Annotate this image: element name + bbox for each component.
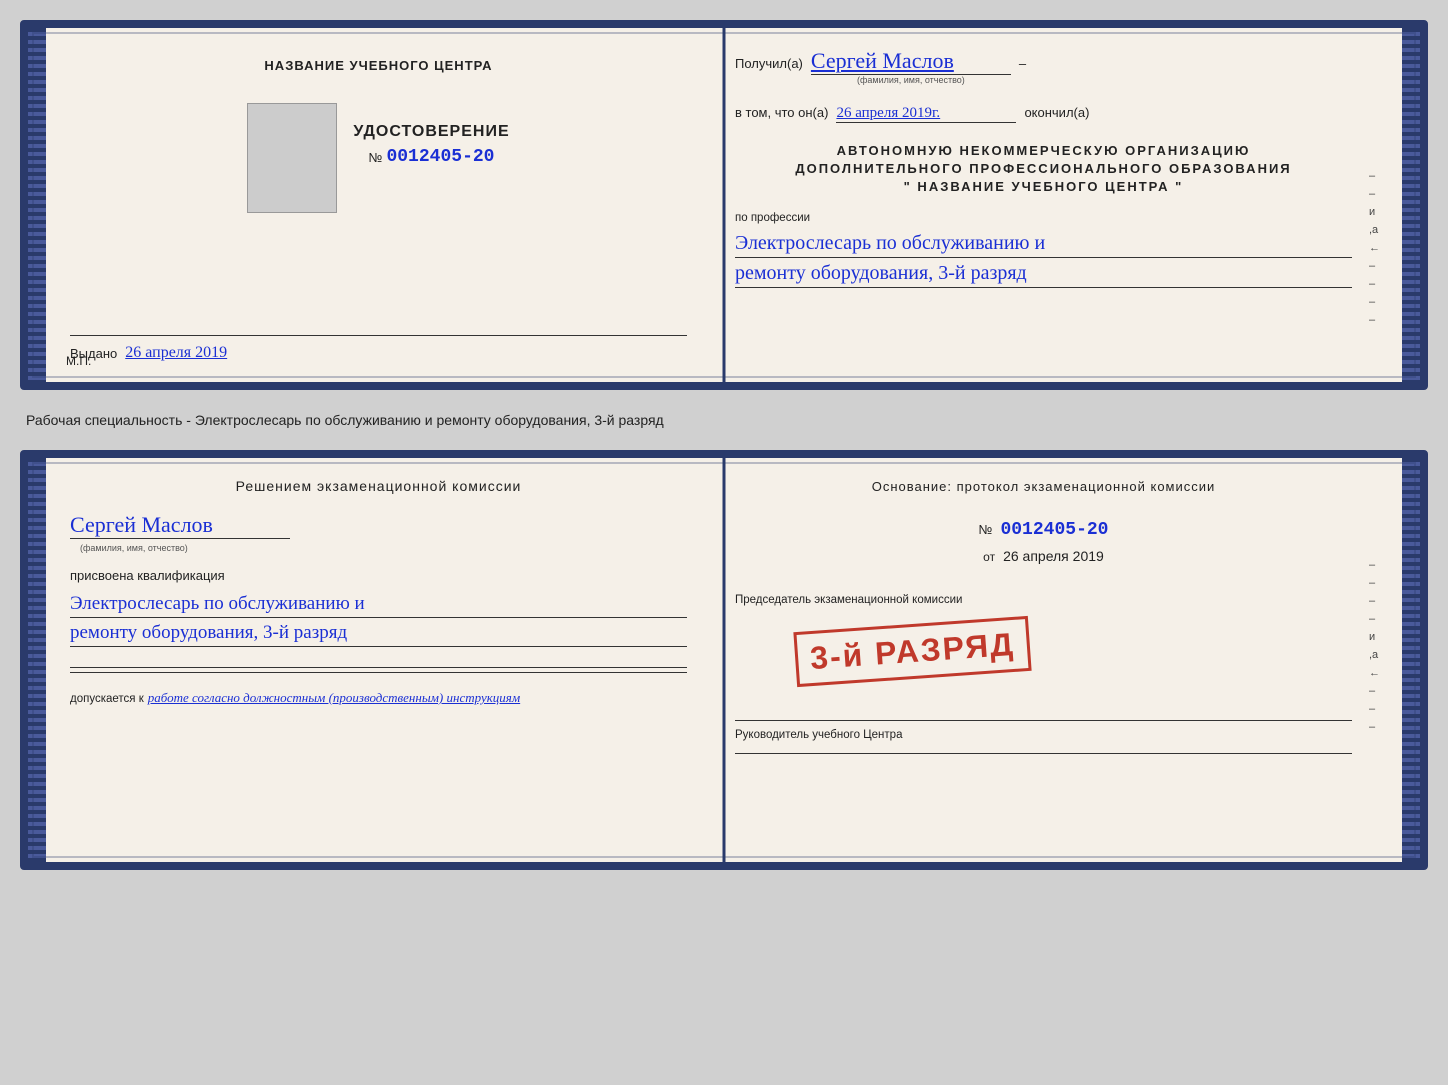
qual-line2: ремонту оборудования, 3-й разряд xyxy=(70,622,347,643)
fio-label-2: (фамилия, имя, отчество) xyxy=(70,543,687,553)
sig-line-5 xyxy=(735,753,1352,754)
allowed-value: работе согласно должностным (производств… xyxy=(148,690,520,705)
profession-row: по профессии xyxy=(735,208,1352,226)
basis-label: Основание: протокол экзаменационной коми… xyxy=(872,479,1216,494)
qual-line2-row: ремонту оборудования, 3-й разряд xyxy=(70,622,687,647)
received-row: Получил(а) Сергей Маслов (фамилия, имя, … xyxy=(735,48,1352,85)
chairman-row: Председатель экзаменационной комиссии xyxy=(735,590,1352,608)
in-that-label: в том, что он(а) xyxy=(735,105,828,120)
in-that-row: в том, что он(а) 26 апреля 2019г. окончи… xyxy=(735,105,1352,123)
right-strip-2 xyxy=(1402,458,1420,862)
right-strip-1 xyxy=(1402,28,1420,382)
person-name-row: Сергей Маслов xyxy=(70,512,687,539)
org-block: АВТОНОМНУЮ НЕКОММЕРЧЕСКУЮ ОРГАНИЗАЦИЮ ДО… xyxy=(735,143,1352,194)
sig-line-2 xyxy=(70,667,687,668)
completed-date: 26 апреля 2019г. xyxy=(836,105,1016,123)
decision-label: Решением экзаменационной комиссии xyxy=(236,478,522,494)
issued-date: 26 апреля 2019 xyxy=(125,344,227,362)
allowed-row: допускается к работе согласно должностны… xyxy=(70,689,687,707)
fio-label-1: (фамилия, имя, отчество) xyxy=(857,75,965,85)
cert-label: УДОСТОВЕРЕНИЕ xyxy=(353,123,509,141)
stamp: 3-й РАЗРЯД xyxy=(793,616,1031,687)
profession-line2: ремонту оборудования, 3-й разряд xyxy=(735,262,1027,284)
org-line2: ДОПОЛНИТЕЛЬНОГО ПРОФЕССИОНАЛЬНОГО ОБРАЗО… xyxy=(735,161,1352,176)
signature-line-1 xyxy=(70,335,687,336)
director-row: Руководитель учебного Центра xyxy=(735,725,1352,743)
card1-right-panel: Получил(а) Сергей Маслов (фамилия, имя, … xyxy=(711,28,1402,382)
dash-1: – xyxy=(1019,56,1026,71)
number-prefix-2: № xyxy=(979,522,993,537)
cert-number: 0012405-20 xyxy=(386,147,494,167)
between-cards-text: Рабочая специальность - Электрослесарь п… xyxy=(20,408,1428,432)
qual-line1: Электрослесарь по обслуживанию и xyxy=(70,593,365,614)
sig-line-row2 xyxy=(70,672,687,673)
org-name-label-1: НАЗВАНИЕ УЧЕБНОГО ЦЕНТРА xyxy=(264,58,492,73)
stamp-area: 3-й РАЗРЯД xyxy=(735,614,1352,704)
completed-label: окончил(а) xyxy=(1024,105,1089,120)
card1-left-content: НАЗВАНИЕ УЧЕБНОГО ЦЕНТРА УДОСТОВЕРЕНИЕ №… xyxy=(70,48,687,362)
date-2: 26 апреля 2019 xyxy=(1003,548,1104,564)
date-prefix: от xyxy=(983,550,995,564)
left-strip-2 xyxy=(28,458,46,862)
profession-line2-row: ремонту оборудования, 3-й разряд xyxy=(735,262,1352,288)
mp-label: М.П. xyxy=(66,354,91,368)
sig-line-row xyxy=(70,667,687,668)
assigned-label: присвоена квалификация xyxy=(70,568,225,583)
received-label: Получил(а) xyxy=(735,56,803,71)
chairman-label: Председатель экзаменационной комиссии xyxy=(735,594,962,606)
certificate-card-1: НАЗВАНИЕ УЧЕБНОГО ЦЕНТРА УДОСТОВЕРЕНИЕ №… xyxy=(20,20,1428,390)
basis-header: Основание: протокол экзаменационной коми… xyxy=(735,478,1352,496)
right-letters-2: – – – – и ,а ← – – – xyxy=(1369,559,1380,733)
left-strip-1 xyxy=(28,28,46,382)
right-letters-1: – – и ,а ← – – – – xyxy=(1369,170,1380,326)
stamp-big-text: 3-й РАЗРЯД xyxy=(809,626,1016,677)
card2-left-panel: Решением экзаменационной комиссии Сергей… xyxy=(46,458,711,862)
number-row-2: № 0012405-20 xyxy=(735,520,1352,540)
director-label: Руководитель учебного Центра xyxy=(735,729,902,741)
profession-label: по профессии xyxy=(735,212,810,224)
org-name-quoted: " НАЗВАНИЕ УЧЕБНОГО ЦЕНТРА " xyxy=(735,179,1352,194)
recipient-name: Сергей Маслов xyxy=(811,48,1011,75)
profession-line1: Электрослесарь по обслуживанию и xyxy=(735,232,1045,254)
page-wrapper: НАЗВАНИЕ УЧЕБНОГО ЦЕНТРА УДОСТОВЕРЕНИЕ №… xyxy=(20,20,1428,870)
card1-left-panel: НАЗВАНИЕ УЧЕБНОГО ЦЕНТРА УДОСТОВЕРЕНИЕ №… xyxy=(46,28,711,382)
photo-placeholder xyxy=(247,103,337,213)
cert-number-prefix: № xyxy=(369,150,383,165)
sig-line-chairman xyxy=(735,720,1352,721)
sig-line-director xyxy=(735,753,1352,754)
allowed-label: допускается к xyxy=(70,693,144,705)
sig-line-4 xyxy=(735,720,1352,721)
card2-right-panel: Основание: протокол экзаменационной коми… xyxy=(711,458,1402,862)
qual-line1-row: Электрослесарь по обслуживанию и xyxy=(70,593,687,618)
person-name: Сергей Маслов xyxy=(70,512,290,539)
fio-label-row-2: (фамилия, имя, отчество) xyxy=(70,543,687,553)
assigned-row: присвоена квалификация xyxy=(70,567,687,585)
certificate-card-2: Решением экзаменационной комиссии Сергей… xyxy=(20,450,1428,870)
decision-header: Решением экзаменационной комиссии xyxy=(70,478,687,496)
org-line1: АВТОНОМНУЮ НЕКОММЕРЧЕСКУЮ ОРГАНИЗАЦИЮ xyxy=(735,143,1352,158)
sig-line-3 xyxy=(70,672,687,673)
date-row-2: от 26 апреля 2019 xyxy=(735,548,1352,566)
number-2: 0012405-20 xyxy=(1000,520,1108,540)
profession-line1-row: Электрослесарь по обслуживанию и xyxy=(735,232,1352,258)
